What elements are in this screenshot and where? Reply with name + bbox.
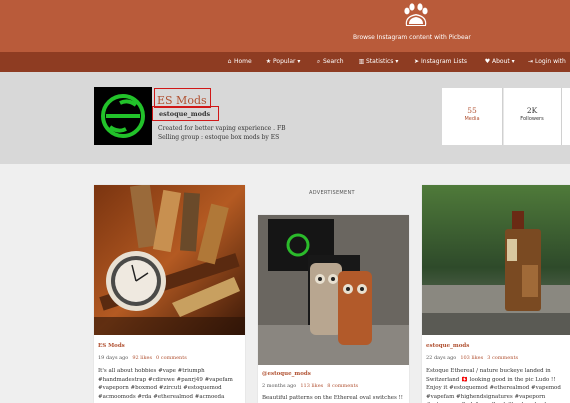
likes-link[interactable]: 113 likes [300, 383, 323, 389]
avatar[interactable] [94, 87, 152, 145]
highlight-box-name [154, 88, 211, 108]
comments-link[interactable]: 8 comments [327, 383, 358, 389]
post-image-owl-mods[interactable] [258, 215, 409, 365]
main-nav-bar: ⌂ Home ★ Popular ▾ ⌕ Search ▥ Statistics ▾ ➤… [0, 52, 570, 72]
nav-about[interactable]: ♥ About ▾ [484, 58, 515, 65]
nav-statistics[interactable]: ▥ Statistics ▾ [358, 58, 399, 65]
profile-bio: Created for better vaping experience . F… [158, 125, 286, 141]
post-meta: 22 days ago 103 likes 3 comments [426, 355, 519, 361]
nav-popular[interactable]: ★ Popular ▾ [265, 58, 301, 65]
post-caption: Beautiful patterns on the Ethereal oval … [262, 395, 404, 401]
post-caption: Estoque Ethereal / nature buckeye landed… [426, 368, 561, 403]
likes-link[interactable]: 103 likes [460, 355, 483, 361]
advertisement-label: ADVERTISEMENT [309, 190, 355, 196]
login-icon: ⇥ [527, 58, 534, 65]
post-card[interactable]: ES Mods 19 days ago 92 likes 0 comments It… [94, 185, 245, 403]
nav-search[interactable]: ⌕ Search [315, 58, 344, 66]
site-tagline: Browse Instagram content with Picbear [353, 34, 471, 41]
post-author[interactable]: estoque_mods [426, 343, 469, 349]
send-icon: ➤ [413, 58, 420, 65]
highlight-box-username [152, 106, 219, 121]
top-brand-bar: Browse Instagram content with Picbear [0, 0, 570, 52]
home-icon: ⌂ [227, 58, 232, 65]
post-card[interactable]: estoque_mods 22 days ago 103 likes 3 comme… [422, 185, 570, 403]
post-card[interactable]: @estoque_mods 2 months ago 113 likes 8 com… [258, 215, 409, 403]
post-author[interactable]: @estoque_mods [262, 371, 311, 377]
post-image-ethereal-mod[interactable] [422, 185, 570, 335]
search-icon: ⌕ [316, 58, 321, 65]
stat-followers[interactable]: 2K Followers [504, 88, 560, 145]
post-author[interactable]: ES Mods [98, 343, 125, 349]
post-meta: 19 days ago 92 likes 0 comments [98, 355, 187, 361]
post-image-watch-and-mods[interactable] [94, 185, 245, 335]
post-meta: 2 months ago 113 likes 8 comments [262, 383, 359, 389]
stat-media[interactable]: 55 Media [442, 88, 502, 145]
nav-instagram-lists[interactable]: ➤ Instagram Lists [413, 58, 467, 65]
bear-paw-logo-icon[interactable] [400, 2, 432, 28]
nav-home[interactable]: ⌂ Home [226, 58, 252, 65]
nav-login[interactable]: ⇥ Login with [527, 58, 566, 65]
comments-link[interactable]: 3 comments [487, 355, 518, 361]
post-caption: It's all about hobbies #vape #triumph #h… [98, 368, 233, 400]
profile-stats: 55 Media 2K Followers [442, 88, 570, 145]
likes-link[interactable]: 92 likes [132, 355, 152, 361]
comments-link[interactable]: 0 comments [156, 355, 187, 361]
bar-chart-icon: ▥ [358, 58, 365, 65]
star-icon: ★ [265, 58, 272, 65]
heart-icon: ♥ [484, 58, 491, 65]
es-mods-logo-icon [101, 94, 145, 138]
stats-divider [561, 88, 562, 145]
